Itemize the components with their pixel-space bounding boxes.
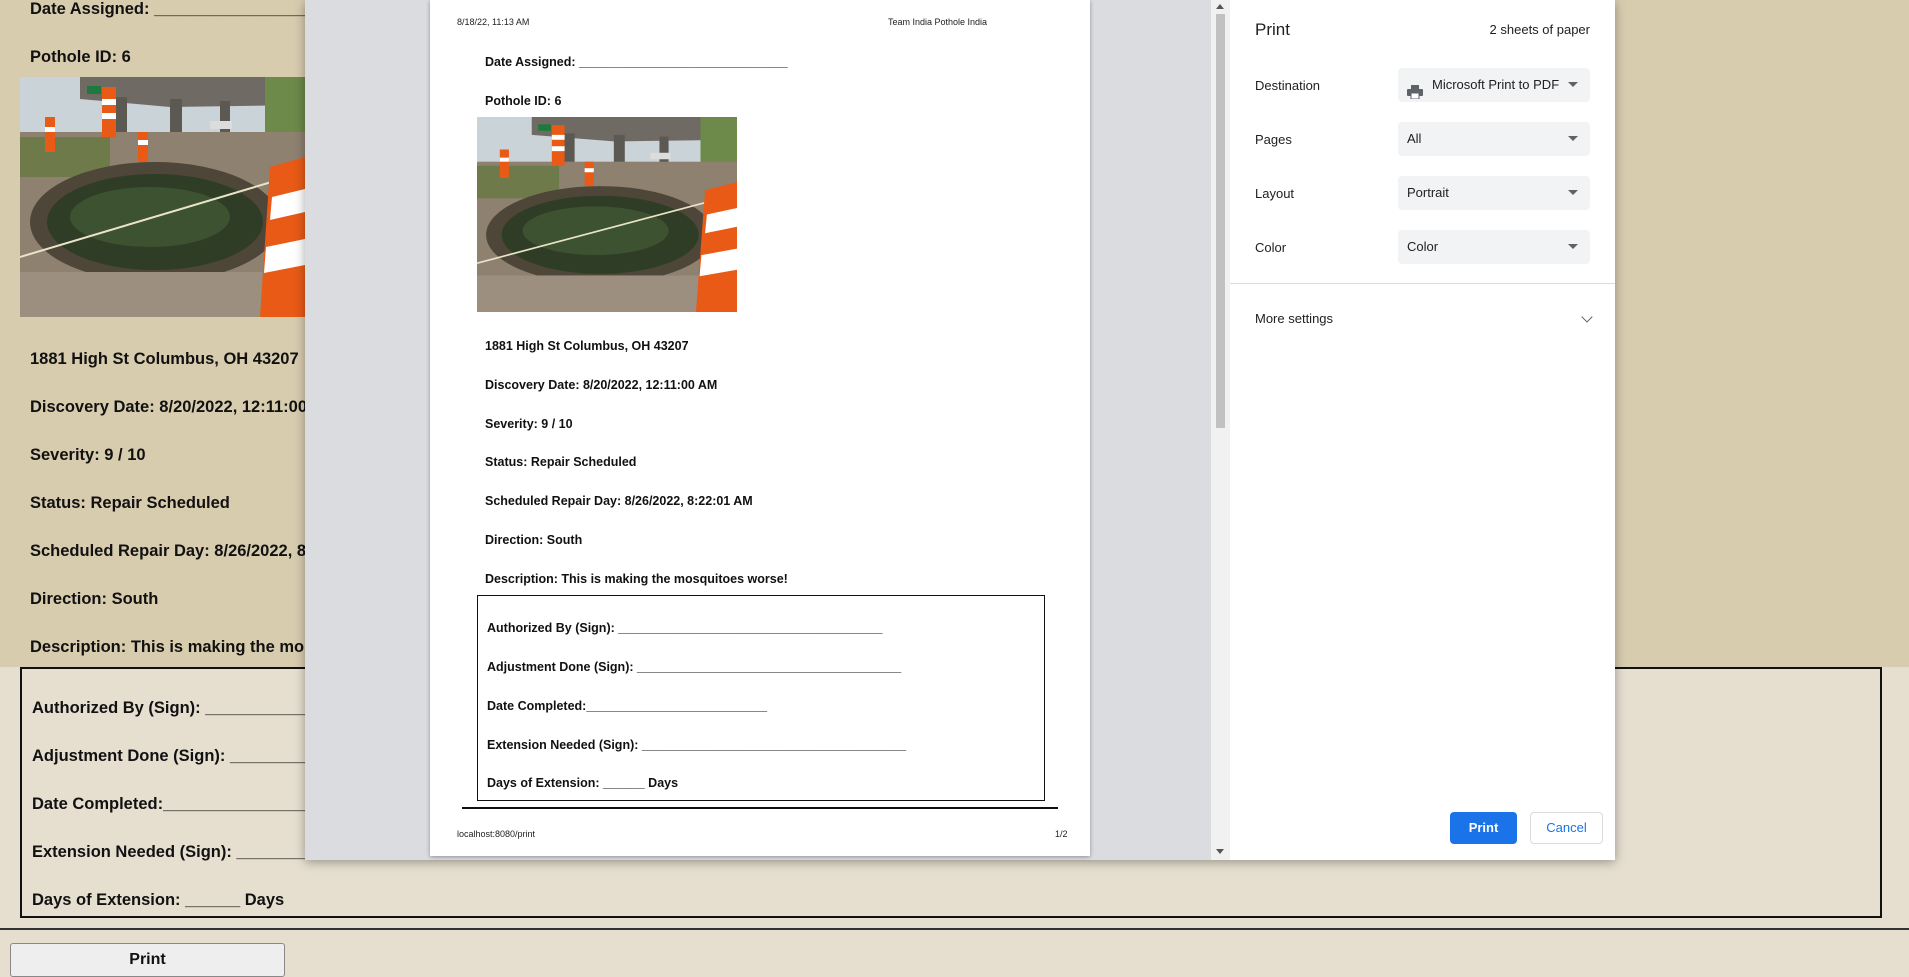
bg-pothole-photo bbox=[20, 77, 305, 317]
preview-days-of-extension: Days of Extension: ______ Days bbox=[487, 776, 679, 790]
print-dialog: 8/18/22, 11:13 AM Team India Pothole Ind… bbox=[305, 0, 1615, 860]
preview-scheduled-repair: Scheduled Repair Day: 8/26/2022, 8:22:01… bbox=[485, 494, 753, 508]
preview-footer-url: localhost:8080/print bbox=[457, 829, 536, 839]
chevron-down-icon bbox=[1568, 82, 1578, 87]
color-value: Color bbox=[1407, 239, 1439, 254]
preview-direction: Direction: South bbox=[485, 533, 583, 547]
preview-date-completed: Date Completed:_________________________… bbox=[487, 699, 768, 713]
more-settings-toggle[interactable]: More settings bbox=[1255, 311, 1333, 326]
preview-status: Status: Repair Scheduled bbox=[485, 455, 637, 469]
destination-select[interactable]: Microsoft Print to PDF bbox=[1398, 68, 1590, 102]
bg-severity: Severity: 9 / 10 bbox=[30, 446, 146, 464]
print-title: Print bbox=[1255, 20, 1290, 39]
preview-authorized-by: Authorized By (Sign): __________________… bbox=[487, 621, 883, 635]
print-settings-panel: Print 2 sheets of paper Destination Micr… bbox=[1230, 0, 1615, 860]
bg-separator bbox=[0, 928, 1909, 930]
preview-adjustment-done: Adjustment Done (Sign): ________________… bbox=[487, 660, 902, 674]
layout-value: Portrait bbox=[1407, 185, 1449, 200]
preview-pothole-photo bbox=[477, 117, 737, 312]
preview-header-title: Team India Pothole India bbox=[888, 17, 988, 27]
bg-address: 1881 High St Columbus, OH 43207 bbox=[30, 350, 299, 368]
preview-rule bbox=[462, 807, 1058, 809]
preview-severity: Severity: 9 / 10 bbox=[485, 417, 573, 431]
settings-divider bbox=[1230, 283, 1615, 284]
pages-value: All bbox=[1407, 131, 1422, 146]
scroll-down-arrow-icon[interactable] bbox=[1216, 849, 1224, 854]
chevron-down-icon[interactable] bbox=[1581, 311, 1593, 323]
preview-scrollbar[interactable] bbox=[1211, 0, 1230, 860]
preview-extension-needed: Extension Needed (Sign): _______________… bbox=[487, 738, 907, 752]
preview-address: 1881 High St Columbus, OH 43207 bbox=[485, 339, 689, 353]
pages-label: Pages bbox=[1255, 132, 1292, 147]
preview-date-assigned: Date Assigned: _________________________… bbox=[485, 55, 788, 69]
bg-status: Status: Repair Scheduled bbox=[30, 494, 230, 512]
color-select[interactable]: Color bbox=[1398, 230, 1590, 264]
preview-discovery-date: Discovery Date: 8/20/2022, 12:11:00 AM bbox=[485, 378, 718, 392]
preview-description: Description: This is making the mosquito… bbox=[485, 572, 788, 586]
scroll-up-arrow-icon[interactable] bbox=[1216, 4, 1224, 9]
destination-value: Microsoft Print to PDF bbox=[1432, 77, 1560, 92]
bg-direction: Direction: South bbox=[30, 590, 159, 608]
pages-select[interactable]: All bbox=[1398, 122, 1590, 156]
chevron-down-icon bbox=[1568, 244, 1578, 249]
cancel-button[interactable]: Cancel bbox=[1530, 812, 1603, 844]
bg-discovery-date: Discovery Date: 8/20/2022, 12:11:00 AM bbox=[30, 398, 337, 416]
printer-icon bbox=[1407, 78, 1423, 100]
preview-signature-box: Authorized By (Sign): __________________… bbox=[477, 595, 1045, 801]
preview-page: 8/18/22, 11:13 AM Team India Pothole Ind… bbox=[430, 0, 1090, 856]
layout-label: Layout bbox=[1255, 186, 1295, 201]
chevron-down-icon bbox=[1568, 136, 1578, 141]
color-label: Color bbox=[1255, 240, 1287, 255]
preview-footer-page: 1/2 bbox=[1055, 829, 1068, 839]
sheet-count: 2 sheets of paper bbox=[1489, 22, 1590, 37]
print-button[interactable]: Print bbox=[1450, 812, 1517, 844]
chevron-down-icon bbox=[1568, 190, 1578, 195]
scroll-thumb[interactable] bbox=[1216, 14, 1225, 428]
layout-select[interactable]: Portrait bbox=[1398, 176, 1590, 210]
destination-label: Destination bbox=[1255, 78, 1321, 93]
preview-header-datetime: 8/18/22, 11:13 AM bbox=[457, 17, 530, 27]
preview-pothole-id: Pothole ID: 6 bbox=[485, 94, 562, 108]
bg-pothole-id: Pothole ID: 6 bbox=[30, 48, 131, 66]
bg-days-of-extension: Days of Extension: ______ Days bbox=[32, 891, 285, 909]
print-preview-area: 8/18/22, 11:13 AM Team India Pothole Ind… bbox=[305, 0, 1230, 860]
